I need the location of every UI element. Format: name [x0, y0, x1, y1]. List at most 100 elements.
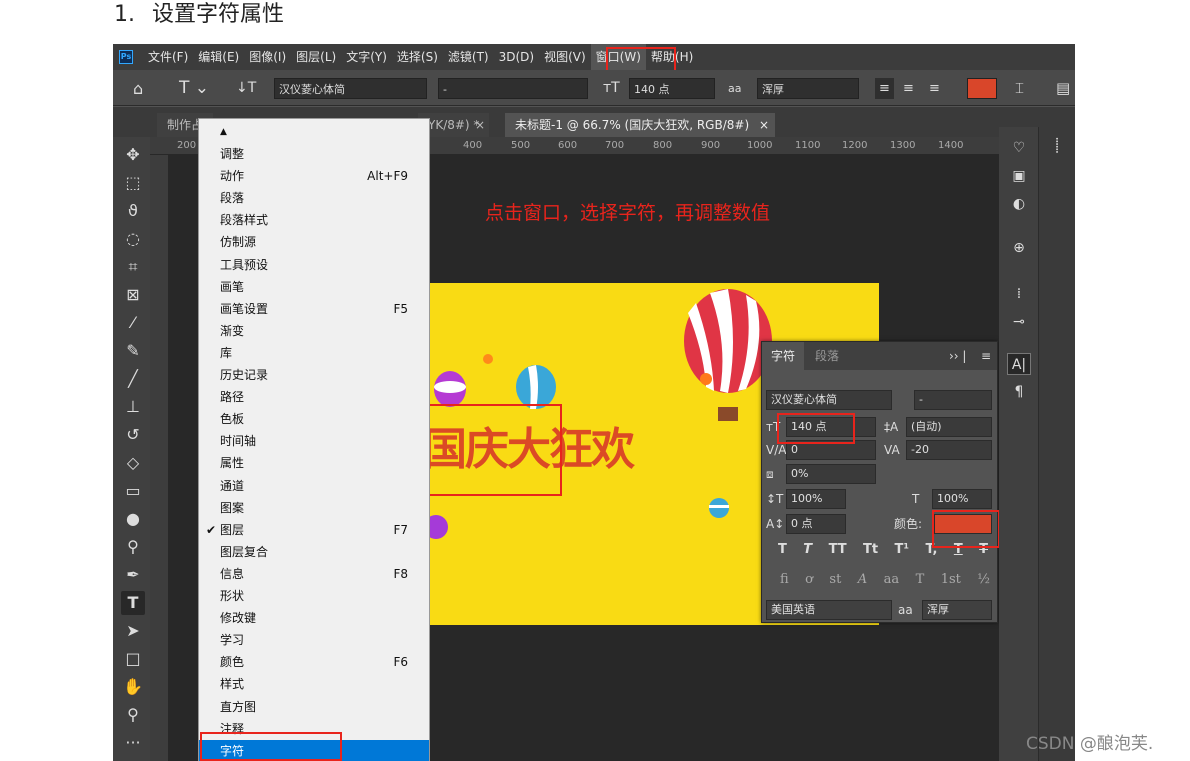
- char-baseline-field[interactable]: 0 点: [786, 514, 846, 534]
- rectangle-tool-icon[interactable]: □: [121, 647, 145, 671]
- brush-settings-icon[interactable]: ⁞: [1007, 283, 1031, 305]
- char-vscale-field[interactable]: 100%: [786, 489, 846, 509]
- gradient-tool-icon[interactable]: ▭: [121, 479, 145, 503]
- path-select-tool-icon[interactable]: ➤: [121, 619, 145, 643]
- small-caps-button[interactable]: Tt: [863, 542, 878, 557]
- move-tool-icon[interactable]: ✥: [121, 143, 145, 167]
- window-menu-item[interactable]: ✔ 图层 F7: [199, 519, 429, 541]
- window-menu-item[interactable]: 历史记录: [199, 364, 429, 386]
- all-caps-button[interactable]: TT: [829, 542, 847, 557]
- paragraph-panel-icon[interactable]: ¶: [1007, 381, 1031, 403]
- char-leading-field[interactable]: (自动): [906, 417, 992, 437]
- 3d-icon[interactable]: ⊕: [1007, 237, 1031, 259]
- home-icon[interactable]: ⌂: [133, 78, 143, 99]
- zoom-tool-icon[interactable]: ⚲: [121, 703, 145, 727]
- menu-edit[interactable]: 编辑(E): [193, 44, 244, 70]
- window-menu-item[interactable]: 段落样式: [199, 209, 429, 231]
- window-menu-item[interactable]: 画笔: [199, 276, 429, 298]
- fractions-button[interactable]: ½: [977, 572, 990, 587]
- type-tool-icon[interactable]: T: [121, 591, 145, 615]
- eraser-tool-icon[interactable]: ◇: [121, 451, 145, 475]
- window-menu-item[interactable]: 库: [199, 342, 429, 364]
- dock-panel-icon[interactable]: ⸽: [1045, 135, 1069, 157]
- quick-select-tool-icon[interactable]: ◌: [121, 227, 145, 251]
- window-menu-item[interactable]: 信息 F8: [199, 563, 429, 585]
- menu-filter[interactable]: 滤镜(T): [443, 44, 494, 70]
- char-tracking-field[interactable]: -20: [906, 440, 992, 460]
- font-family-select[interactable]: 汉仪菱心体简: [274, 78, 427, 99]
- faux-bold-button[interactable]: T: [778, 542, 787, 557]
- discretionary-ligature-button[interactable]: st: [829, 572, 841, 587]
- window-menu-item[interactable]: 时间轴: [199, 430, 429, 452]
- superscript-button[interactable]: T¹: [895, 542, 910, 557]
- text-color-swatch[interactable]: [967, 78, 997, 99]
- old-style-button[interactable]: ơ: [805, 572, 813, 587]
- learn-icon[interactable]: ♡: [1007, 137, 1031, 159]
- text-orientation-icon[interactable]: ↓T: [236, 78, 256, 99]
- tab-paragraph[interactable]: 段落: [806, 342, 848, 370]
- window-menu-item[interactable]: 工具预设: [199, 254, 429, 276]
- window-menu-item[interactable]: 段落: [199, 187, 429, 209]
- window-menu-item[interactable]: 图案: [199, 497, 429, 519]
- window-menu-item[interactable]: 属性: [199, 452, 429, 474]
- char-antialias-select[interactable]: 浑厚: [922, 600, 992, 620]
- faux-italic-button[interactable]: T: [803, 542, 812, 557]
- menu-3d[interactable]: 3D(D): [494, 44, 539, 70]
- menu-view[interactable]: 视图(V): [539, 44, 591, 70]
- antialias-select[interactable]: 浑厚: [757, 78, 859, 99]
- window-menu-item[interactable]: 图层复合: [199, 541, 429, 563]
- libraries-icon[interactable]: ▣: [1007, 165, 1031, 187]
- brush-tool-icon[interactable]: ╱: [121, 367, 145, 391]
- blur-tool-icon[interactable]: ●: [121, 507, 145, 531]
- window-menu-item[interactable]: 学习: [199, 629, 429, 651]
- tab-doc-3-close-icon[interactable]: ×: [753, 113, 776, 137]
- char-hscale-field[interactable]: 100%: [932, 489, 992, 509]
- align-center-icon[interactable]: ≡: [903, 78, 914, 99]
- panel-collapse-icon[interactable]: ›› |: [940, 342, 975, 370]
- frame-tool-icon[interactable]: ⊠: [121, 283, 145, 307]
- window-menu-item[interactable]: 画笔设置 F5: [199, 298, 429, 320]
- character-panel-icon[interactable]: A|: [1007, 353, 1031, 375]
- window-menu-item[interactable]: 渐变: [199, 320, 429, 342]
- type-tool-preset-icon[interactable]: T ⌄: [179, 78, 209, 99]
- window-menu-item[interactable]: 修改键: [199, 607, 429, 629]
- window-menu-item[interactable]: 颜色 F6: [199, 651, 429, 673]
- font-style-select[interactable]: -: [438, 78, 588, 99]
- warp-text-icon[interactable]: ⌶: [1015, 78, 1024, 99]
- char-language-select[interactable]: 美国英语: [766, 600, 892, 620]
- ordinals-button[interactable]: 1st: [941, 572, 961, 587]
- brush-presets-icon[interactable]: ⊸: [1007, 311, 1031, 333]
- menu-image[interactable]: 图像(I): [244, 44, 291, 70]
- clone-stamp-tool-icon[interactable]: ⊥: [121, 395, 145, 419]
- align-left-icon[interactable]: ≡: [875, 78, 894, 99]
- tab-doc-2-close-icon[interactable]: ×: [475, 113, 485, 137]
- window-menu-item[interactable]: 直方图: [199, 696, 429, 718]
- tab-doc-3[interactable]: 未标题-1 @ 66.7% (国庆大狂欢, RGB/8#) *: [505, 113, 769, 137]
- eyedropper-tool-icon[interactable]: ⁄: [121, 311, 145, 335]
- window-menu-item[interactable]: 调整: [199, 143, 429, 165]
- menu-layer[interactable]: 图层(L): [291, 44, 341, 70]
- font-size-field[interactable]: 140 点: [629, 78, 715, 99]
- char-tsume-field[interactable]: 0%: [786, 464, 876, 484]
- pen-tool-icon[interactable]: ✒: [121, 563, 145, 587]
- window-menu-item[interactable]: 样式: [199, 673, 429, 695]
- toggle-panels-icon[interactable]: ▤: [1056, 78, 1070, 99]
- more-tools-icon[interactable]: ···: [121, 731, 145, 755]
- char-font-style-select[interactable]: -: [914, 390, 992, 410]
- window-menu-item[interactable]: 通道: [199, 475, 429, 497]
- align-right-icon[interactable]: ≡: [929, 78, 940, 99]
- window-menu-item[interactable]: 路径: [199, 386, 429, 408]
- dodge-tool-icon[interactable]: ⚲: [121, 535, 145, 559]
- menu-file[interactable]: 文件(F): [143, 44, 193, 70]
- lasso-tool-icon[interactable]: ϑ: [121, 199, 145, 223]
- menu-type[interactable]: 文字(Y): [341, 44, 392, 70]
- window-menu-item[interactable]: 仿制源: [199, 231, 429, 253]
- panel-menu-icon[interactable]: ≡: [972, 342, 1000, 370]
- marquee-tool-icon[interactable]: ⬚: [121, 171, 145, 195]
- tab-character[interactable]: 字符: [762, 342, 805, 370]
- menu-scroll-up-icon[interactable]: ▲: [199, 121, 429, 143]
- ligature-button[interactable]: fi: [780, 572, 789, 587]
- crop-tool-icon[interactable]: ⌗: [121, 255, 145, 279]
- history-brush-tool-icon[interactable]: ↺: [121, 423, 145, 447]
- window-menu-item[interactable]: 色板: [199, 408, 429, 430]
